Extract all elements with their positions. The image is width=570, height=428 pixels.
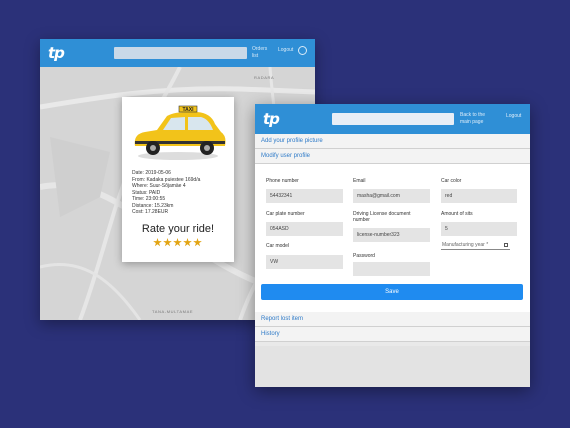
license-field[interactable]: license-number323 [353,228,430,242]
email-field[interactable]: masha@gmail.com [353,189,430,203]
manufacturing-year-placeholder: Manufacturing year * [442,242,489,248]
rate-your-ride: Rate your ride! [141,223,215,235]
top-bar: tp Back to the main page Logout [255,104,530,134]
taxi-image: TAXI [134,105,226,160]
plate-field[interactable]: 054ASD [266,222,343,236]
modify-user-profile-link[interactable]: Modify user profile [255,149,530,164]
star-icon[interactable] [163,238,172,247]
back-link-line-1: Back to the [460,112,486,118]
page-background [255,346,530,387]
star-icon[interactable] [173,238,182,247]
password-field[interactable] [353,262,430,276]
report-lost-item-link[interactable]: Report lost item [255,312,530,327]
car-color-field[interactable]: red [441,189,517,203]
top-bar: tp Orders list Logout [40,39,315,67]
star-icon[interactable] [153,238,162,247]
lower-links: Report lost item History [255,312,530,342]
car-model-field[interactable]: VW [266,255,343,269]
search-input[interactable] [332,113,454,125]
email-label: Email [353,178,366,184]
save-button[interactable]: Save [261,284,523,300]
nav-link-line-1: Orders [252,46,268,52]
star-rating[interactable] [153,238,202,247]
history-link[interactable]: History [255,327,530,342]
manufacturing-year-field[interactable]: Manufacturing year * [441,240,510,250]
map-label-bottom: TANA-MULTAMAE [152,309,194,314]
license-label-line-2: number [353,217,370,223]
ride-details: Date: 2019-05-06 From: Kadaka puiestee 1… [132,170,200,216]
plate-label: Car plate number [266,211,305,217]
tp-logo[interactable]: tp [48,44,65,62]
user-icon[interactable] [298,46,307,55]
car-color-label: Car color [441,178,462,184]
add-profile-picture-link[interactable]: Add your profile picture [255,134,530,149]
calendar-icon[interactable] [504,243,508,247]
logout-link[interactable]: Logout [278,47,293,53]
ride-cost: Cost: 17.28EUR [132,209,169,215]
seats-field[interactable]: 5 [441,222,517,236]
back-to-main-link[interactable]: Back to the main page [460,112,485,126]
phone-field[interactable]: 54432341 [266,189,343,203]
license-label: Driving License document number [353,211,411,223]
profile-window: tp Back to the main page Logout Add your… [255,104,530,387]
tp-logo[interactable]: tp [263,110,280,128]
seats-label: Amount of sits [441,211,473,217]
ride-card: TAXI Date: 2019-05-06 From: Kadaka puies… [122,97,234,262]
nav-orders-link[interactable]: Orders list [252,46,267,60]
nav-link-line-2: list [252,53,259,59]
back-link-line-2: main page [460,119,484,125]
star-icon[interactable] [193,238,202,247]
password-label: Password [353,253,375,259]
car-model-label: Car model [266,243,290,249]
logout-link[interactable]: Logout [506,113,521,119]
taxi-sign-text: TAXI [182,107,194,113]
search-input[interactable] [114,47,247,59]
star-icon[interactable] [183,238,192,247]
map-label-top: RADARA [254,75,275,80]
phone-label: Phone number [266,178,299,184]
